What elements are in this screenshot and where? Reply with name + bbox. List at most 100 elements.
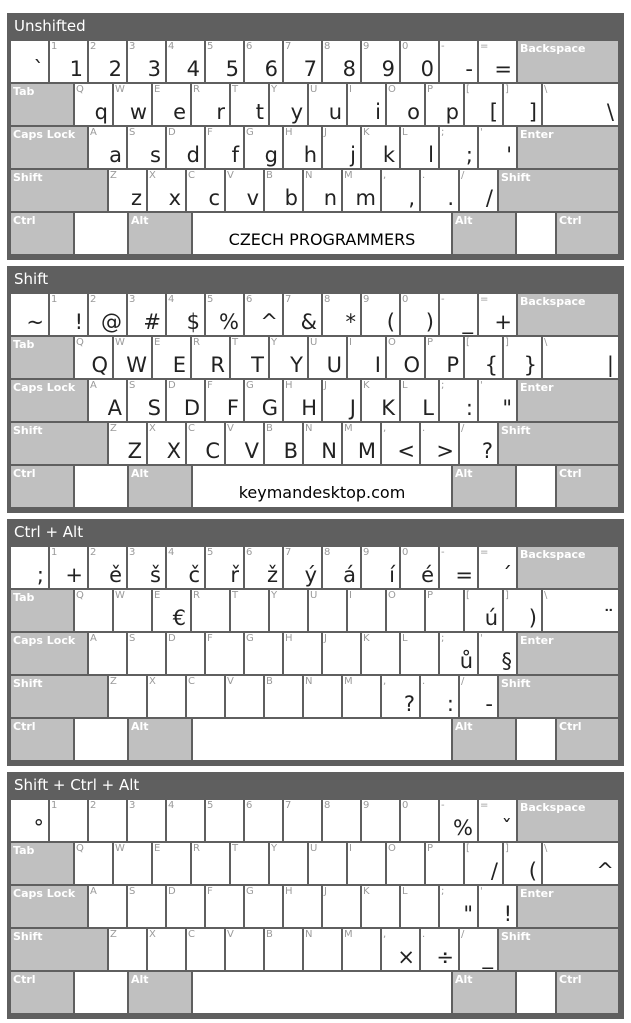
- key-label: 0: [402, 41, 409, 52]
- backspace-key: Backspace: [518, 547, 618, 588]
- keyboard: ~1! 2 @3 #4 $5% 6 ^ 7 & 8 * 9(0) - _ = + Backspace Tab Q Q W…: [11, 293, 620, 509]
- key: J: [323, 633, 360, 674]
- tab-key: Tab: [11, 590, 73, 631]
- key: Zz: [109, 170, 146, 211]
- key: /?: [460, 423, 497, 464]
- key-label: Alt: [455, 720, 473, 733]
- key: 4 $: [167, 294, 204, 335]
- space-bar: [193, 719, 451, 760]
- key: W: [114, 590, 151, 631]
- key-label: =: [480, 800, 489, 811]
- key-char: ": [463, 902, 473, 926]
- key-label: Ctrl: [559, 467, 582, 480]
- key: Ee: [153, 84, 190, 125]
- key: [[: [465, 84, 502, 125]
- key-label: X: [149, 423, 156, 434]
- key-char: W: [126, 353, 147, 377]
- key-label: ;: [441, 127, 445, 138]
- left-shift-key: Shift: [11, 676, 107, 717]
- key: Q: [75, 590, 112, 631]
- key: Jj: [323, 127, 360, 168]
- key: U: [309, 590, 346, 631]
- enter-key: Enter: [518, 127, 618, 168]
- key-char: 6: [264, 57, 278, 81]
- key: \ ¨: [543, 590, 618, 631]
- key-label: -: [441, 547, 445, 558]
- key: 5ř: [206, 547, 243, 588]
- key-label: Enter: [520, 381, 554, 394]
- key-char: !: [74, 310, 83, 334]
- key-label: N: [305, 170, 313, 181]
- key-char: U: [326, 353, 342, 377]
- key-label: W: [115, 337, 125, 348]
- left-shift-key: Shift: [11, 929, 107, 970]
- key-label: 5: [207, 41, 214, 52]
- enter-key: Enter: [518, 633, 618, 674]
- key: HH: [284, 380, 321, 421]
- key: 8: [323, 800, 360, 841]
- key-char: Q: [91, 353, 108, 377]
- right-win-key: [517, 719, 555, 760]
- key-label: .: [422, 170, 426, 181]
- right-shift-key: Shift: [499, 929, 618, 970]
- key: 0): [401, 294, 438, 335]
- key-label: Enter: [520, 128, 554, 141]
- right-shift-key: Shift: [499, 676, 618, 717]
- tab-key: Tab: [11, 843, 73, 884]
- left-ctrl-key: Ctrl: [11, 719, 73, 760]
- key-char: i: [375, 100, 381, 124]
- layer-panel: Shift + Ctrl + Alt ° 1 2 3 4 5 6 7 8 9 0-% = ˇ Backspa…: [7, 772, 624, 1019]
- key: '!: [479, 886, 516, 927]
- key: H: [284, 633, 321, 674]
- key-label: Y: [271, 337, 278, 348]
- key-label: D: [168, 127, 176, 138]
- keyboard: ; 1 +2 ě 3 š 4 č 5 ř 6 ž 7 ý 8 á 9 í 0 é - = = ´ Backspace Tab Q W E…: [11, 546, 620, 762]
- key: 7: [284, 800, 321, 841]
- key-char: b: [284, 186, 298, 210]
- key-label: N: [305, 676, 313, 687]
- key: ]]: [504, 84, 541, 125]
- key: [ú: [465, 590, 502, 631]
- key-label: J: [324, 380, 327, 391]
- key: Y: [270, 843, 307, 884]
- key-label: ;: [441, 886, 445, 897]
- key-char: /: [490, 859, 498, 883]
- key-char: _: [482, 945, 494, 969]
- key-label: P: [427, 84, 434, 95]
- key: TT: [231, 337, 268, 378]
- key: 2ě: [89, 547, 126, 588]
- key-label: E: [154, 337, 161, 348]
- key: X: [148, 929, 185, 970]
- key-label: Enter: [520, 887, 554, 900]
- key-char: o: [407, 100, 420, 124]
- key-label: /: [461, 929, 465, 940]
- key-char: Y: [290, 353, 303, 377]
- key-label: M: [344, 929, 353, 940]
- key-label: K: [363, 633, 370, 644]
- key: °: [11, 800, 48, 841]
- key-label: /: [461, 423, 465, 434]
- key-label: =: [480, 294, 489, 305]
- key-char: A: [107, 396, 122, 420]
- key-label: W: [115, 84, 125, 95]
- key-char: :: [465, 396, 473, 420]
- right-alt-key: Alt: [453, 213, 515, 254]
- key-char: +: [494, 310, 512, 334]
- key-char: ): [528, 606, 537, 630]
- key-label: ]: [505, 84, 509, 95]
- key-label: 3: [129, 800, 136, 811]
- key-char: K: [381, 396, 395, 420]
- right-shift-key: Shift: [499, 170, 618, 211]
- key-label: Ctrl: [559, 973, 582, 986]
- key-char: 1: [69, 57, 83, 81]
- key-label: Tab: [13, 844, 35, 857]
- key: 2: [89, 800, 126, 841]
- key-label: X: [149, 676, 156, 687]
- space-bar: keymandesktop.com: [193, 466, 451, 507]
- key-label: ': [480, 380, 483, 391]
- key-char: E: [172, 353, 186, 377]
- key: Aa: [89, 127, 126, 168]
- key-label: E: [154, 843, 161, 854]
- key-label: Q: [76, 84, 84, 95]
- key: U: [309, 843, 346, 884]
